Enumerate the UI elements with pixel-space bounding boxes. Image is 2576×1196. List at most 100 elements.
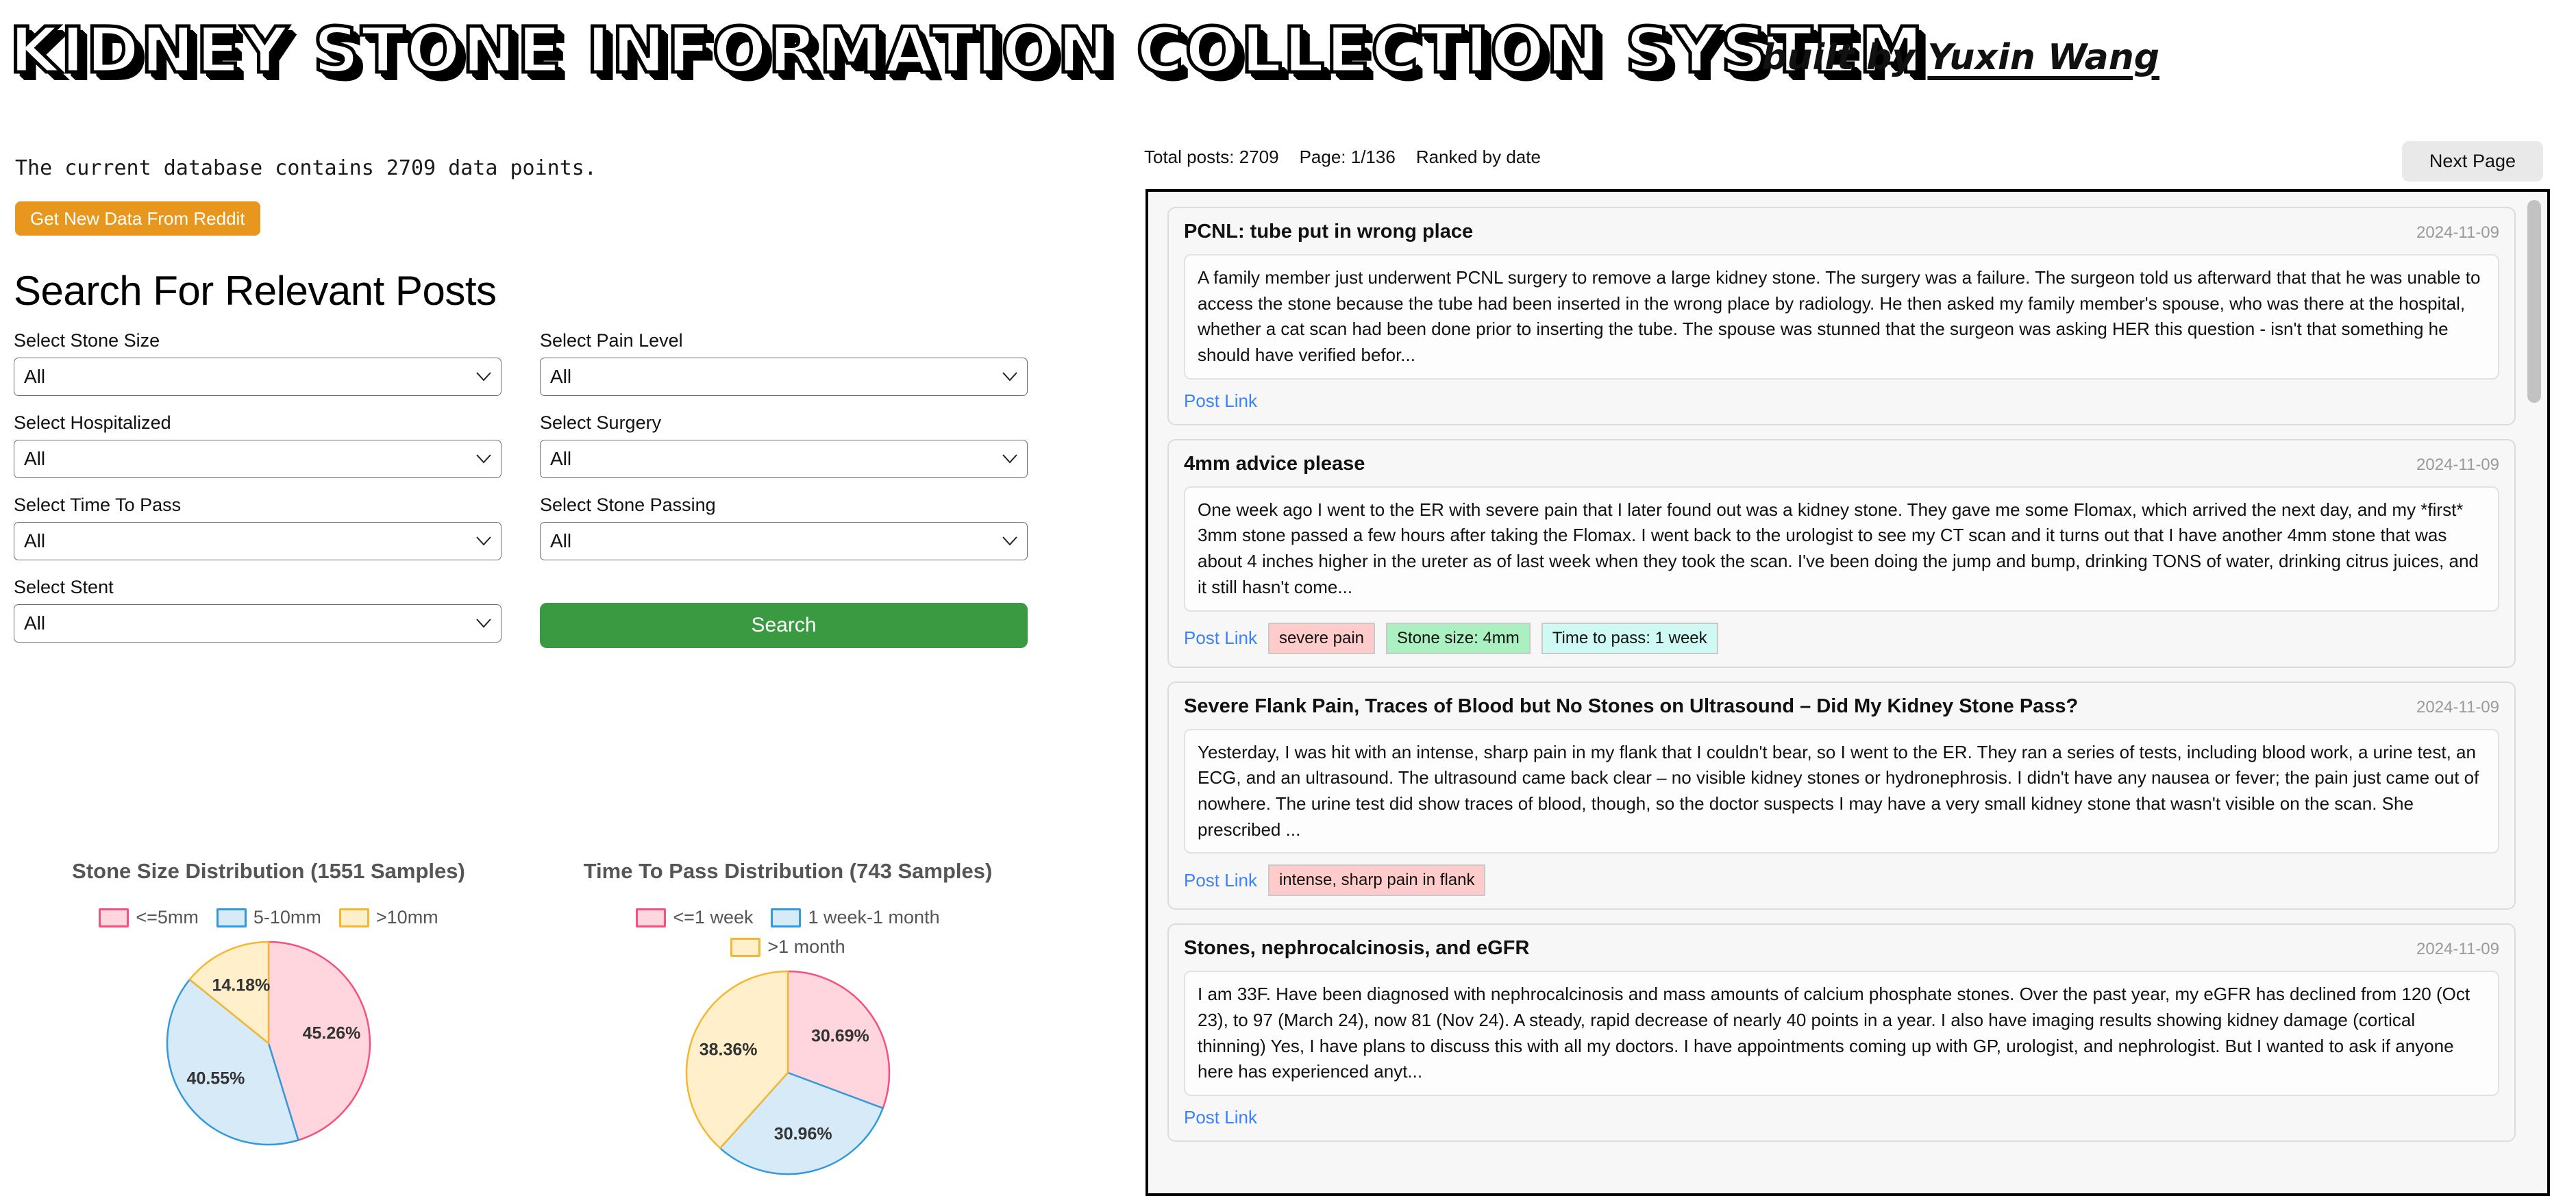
post-feed-container: PCNL: tube put in wrong place 2024-11-09 A… [1145,189,2550,1196]
post-card: Stones, nephrocalcinosis, and eGFR 2024-1… [1167,923,2516,1142]
post-footer: Post Link [1184,1107,2499,1128]
post-title: PCNL: tube put in wrong place [1184,221,1474,242]
select-stone-size-value: All [24,366,46,387]
post-date: 2024-11-09 [2416,940,2499,959]
filter-label-stone-passing: Select Stone Passing [540,495,716,515]
filter-surgery: Select Surgery All [540,412,1028,478]
legend-label: <=5mm [136,907,199,927]
filter-stone-passing: Select Stone Passing All [540,495,1028,560]
legend-swatch-icon [636,908,667,927]
select-stent[interactable]: All [14,604,501,643]
ranking-label: Ranked by date [1415,147,1541,167]
post-body: I am 33F. Have been diagnosed with nephr… [1184,971,2499,1096]
post-header: 4mm advice please 2024-11-09 [1184,453,2499,475]
select-stone-size[interactable]: All [14,358,501,396]
filter-row-3: Select Time To Pass All Select Stone Pas… [14,495,1028,560]
legend-label: >1 month [767,936,845,957]
database-status-text: The current database contains 2709 data … [15,156,597,180]
pie-slice-label: 14.18% [212,975,271,995]
legend-item[interactable]: >10mm [338,907,438,928]
post-title: Severe Flank Pain, Traces of Blood but N… [1184,695,2079,717]
pie-chart-time-to-pass: 30.69% 30.96% 38.36% [685,970,891,1175]
pie-chart-stone-size: 45.26% 40.55% 14.18% [166,940,371,1146]
chart-time-to-pass-distribution: Time To Pass Distribution (743 Samples) … [528,849,1048,1196]
post-header: Severe Flank Pain, Traces of Blood but N… [1184,695,2499,718]
filter-time-to-pass: Select Time To Pass All [14,495,501,560]
select-surgery[interactable]: All [540,440,1028,478]
post-title: 4mm advice please [1184,452,1365,475]
feed-meta-bar: Total posts: 2709 Page: 1/136 Ranked by … [1144,147,1541,168]
chevron-down-icon [1002,533,1017,549]
legend-swatch-icon [99,908,129,927]
post-list: PCNL: tube put in wrong place 2024-11-09 A… [1148,192,2547,1171]
post-tag: severe pain [1267,622,1376,654]
select-stone-passing[interactable]: All [540,522,1028,560]
chevron-down-icon [476,533,491,549]
post-tag: intense, sharp pain in flank [1267,864,1486,897]
page-indicator: Page: 1/136 [1299,147,1396,167]
search-button[interactable]: Search [540,603,1028,648]
filter-label-time-to-pass: Select Time To Pass [14,495,182,515]
post-footer: Post Link [1184,390,2499,412]
built-by-prefix: built by [1761,37,1928,78]
post-header: PCNL: tube put in wrong place 2024-11-09 [1184,221,2499,243]
search-filter-form: Select Stone Size All Select Pain Level … [14,330,1028,664]
post-link[interactable]: Post Link [1184,390,1257,412]
chevron-down-icon [1002,451,1017,467]
filter-label-stent: Select Stent [14,577,114,597]
author-name: Yuxin Wang [1927,37,2159,78]
pie-slice-label: 45.26% [302,1023,361,1043]
legend-swatch-icon [216,908,247,927]
select-hospitalized[interactable]: All [14,440,501,478]
legend-item[interactable]: >1 month [528,936,1048,958]
chart-stone-size-distribution: Stone Size Distribution (1551 Samples) <… [8,849,529,1196]
next-page-button[interactable]: Next Page [2401,141,2543,182]
post-card: Severe Flank Pain, Traces of Blood but N… [1167,681,2516,910]
chevron-down-icon [476,451,491,467]
post-date: 2024-11-09 [2416,223,2499,242]
legend-label: 5-10mm [253,907,321,927]
post-body: Yesterday, I was hit with an intense, sh… [1184,728,2499,854]
filter-row-2: Select Hospitalized All Select Surgery A… [14,412,1028,478]
post-title: Stones, nephrocalcinosis, and eGFR [1184,937,1530,960]
legend-label: 1 week-1 month [808,907,940,927]
select-time-to-pass[interactable]: All [14,522,501,560]
select-stone-passing-value: All [550,530,572,551]
filter-pain-level: Select Pain Level All [540,330,1028,396]
page-title: KIDNEY STONE INFORMATION COLLECTION SYST… [8,14,1925,87]
filter-label-hospitalized: Select Hospitalized [14,412,171,433]
charts-area: Stone Size Distribution (1551 Samples) <… [0,849,1103,1196]
legend-item[interactable]: 1 week-1 month [771,907,940,928]
right-panel: Total posts: 2709 Page: 1/136 Ranked by … [1137,137,2576,1196]
legend-item[interactable]: 5-10mm [216,907,321,928]
chevron-down-icon [476,615,491,632]
select-pain-level[interactable]: All [540,358,1028,396]
filter-label-pain-level: Select Pain Level [540,330,683,351]
pie-slice-label: 40.55% [186,1069,245,1088]
built-by-credit: built by Yuxin Wang [1761,37,2159,78]
total-posts-count: Total posts: 2709 [1144,147,1279,167]
select-hospitalized-value: All [24,448,46,469]
pie-slice-label: 30.96% [773,1124,832,1144]
post-tag: Stone size: 4mm [1386,622,1531,654]
legend-label: >10mm [375,907,438,927]
filter-hospitalized: Select Hospitalized All [14,412,501,478]
feed-scrollbar[interactable] [2525,196,2543,1189]
select-time-to-pass-value: All [24,530,46,551]
select-pain-level-value: All [550,366,572,387]
post-body: One week ago I went to the ER with sever… [1184,486,2499,612]
pie-slice-label: 38.36% [699,1040,758,1060]
post-footer: Post Link severe pain Stone size: 4mm Time … [1184,622,2499,654]
feed-scrollbar-thumb[interactable] [2527,200,2541,403]
search-button-slot: Search [540,577,1028,648]
legend-item[interactable]: <=5mm [99,907,199,928]
legend-item[interactable]: <=1 week [636,907,753,928]
filter-row-4: Select Stent All Search [14,577,1028,648]
get-new-data-button[interactable]: Get New Data From Reddit [15,201,260,236]
post-link[interactable]: Post Link [1184,870,1257,891]
search-section-title: Search For Relevant Posts [14,268,497,314]
chevron-down-icon [476,369,491,385]
post-link[interactable]: Post Link [1184,627,1257,649]
app-header: KIDNEY STONE INFORMATION COLLECTION SYST… [0,0,2576,121]
post-link[interactable]: Post Link [1184,1107,1257,1128]
